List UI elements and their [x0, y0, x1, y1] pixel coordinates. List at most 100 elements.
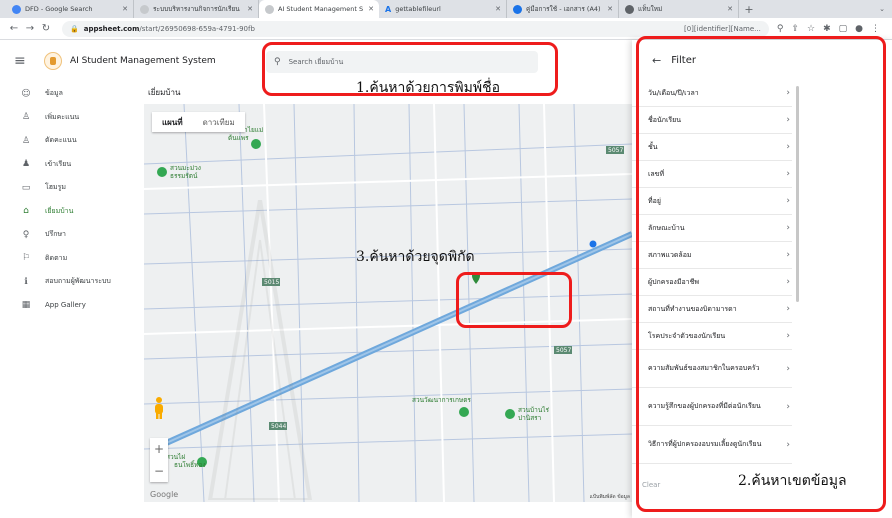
filter-item-label: ลักษณะบ้าน [648, 223, 685, 232]
sidebar-item-consult[interactable]: ♀ ปรึกษา [0, 223, 140, 247]
google-logo: Google [150, 490, 179, 499]
map-type-map-button[interactable]: แผนที่ [152, 112, 193, 132]
svg-text:5057: 5057 [608, 147, 623, 154]
close-tab-icon[interactable]: ✕ [607, 5, 613, 13]
search-icon: ⚲ [274, 57, 281, 67]
search-input[interactable]: Search เยี่ยมบ้าน [289, 57, 344, 68]
map-type-satellite-button[interactable]: ดาวเทียม [193, 112, 245, 132]
close-tab-icon[interactable]: ✕ [122, 5, 128, 13]
student-location-pin [472, 272, 480, 284]
sidebar-item-add-score[interactable]: ♙ เพิ่มคะแนน [0, 106, 140, 130]
filter-item[interactable]: ความสัมพันธ์ของสมาชิกในครอบครัว › [632, 350, 792, 388]
filter-item[interactable]: ชื่อนักเรียน › [632, 107, 792, 134]
sidepanel-icon[interactable]: ▢ [839, 24, 848, 34]
browser-tab-bar: DFD - Google Search ✕ ระบบบริหารงานกิจกา… [0, 0, 892, 18]
sidebar-item-deduct-score[interactable]: ♙ ตัดคะแนน [0, 129, 140, 153]
sidebar-item-homeroom[interactable]: ▭ โฮมรูม [0, 176, 140, 200]
browser-menu-icon[interactable]: ⋮ [871, 24, 880, 34]
extension-icons: ⚲ ⇪ ☆ ✱ ▢ ● ⋮ [777, 24, 886, 34]
close-tab-icon[interactable]: ✕ [495, 5, 501, 13]
filter-item-label: โรคประจำตัวของนักเรียน [648, 331, 726, 340]
sidebar-item-label: โฮมรูม [45, 183, 67, 192]
sidebar-item-label: ติดตาม [45, 253, 68, 262]
filter-item-label: เลขที่ [648, 169, 665, 178]
back-icon[interactable]: ← [6, 23, 22, 34]
google-favicon-icon [12, 4, 21, 14]
sidebar-item-label: เข้าเรียน [45, 159, 72, 168]
filter-item[interactable]: ที่อยู่ › [632, 188, 792, 215]
sidebar-item-app-gallery[interactable]: ▦ App Gallery [0, 294, 140, 318]
page-favicon-icon [265, 4, 274, 14]
new-tab-button[interactable]: + [739, 0, 759, 18]
chevron-right-icon: › [786, 88, 790, 98]
close-tab-icon[interactable]: ✕ [368, 5, 374, 13]
annotation-filter-note: 2.ค้นหาเขตข้อมูล [738, 473, 847, 489]
sidebar-item-follow-up[interactable]: ⚐ ติดตาม [0, 247, 140, 271]
filter-item[interactable]: วิธีการที่ผู้ปกครองอบรมเลี้ยงดูนักเรียน › [632, 426, 792, 464]
reload-icon[interactable]: ↻ [38, 23, 54, 34]
search-bar[interactable]: ⚲ Search เยี่ยมบ้าน [266, 51, 538, 73]
close-tab-icon[interactable]: ✕ [247, 5, 253, 13]
close-tab-icon[interactable]: ✕ [727, 5, 733, 13]
browser-tab[interactable]: แท็บใหม่ ✕ [619, 0, 739, 18]
back-arrow-icon[interactable]: ← [652, 54, 661, 67]
map-attribution[interactable]: แป้นพิมพ์ลัด ข้อมูล [590, 493, 630, 501]
svg-text:5057: 5057 [556, 347, 571, 354]
filter-item[interactable]: ชั้น › [632, 134, 792, 161]
sidebar-item-attendance[interactable]: ♟ เข้าเรียน [0, 153, 140, 177]
filter-item[interactable]: เลขที่ › [632, 161, 792, 188]
bookmark-star-icon[interactable]: ☆ [807, 24, 815, 34]
browser-tab-active[interactable]: AI Student Management S ✕ [259, 0, 379, 18]
extensions-puzzle-icon[interactable]: ✱ [823, 24, 831, 34]
tab-label: ระบบบริหารงานกิจการนักเรียน [153, 5, 240, 13]
tab-label: แท็บใหม่ [638, 5, 663, 13]
filter-item[interactable]: ลักษณะบ้าน › [632, 215, 792, 242]
annotation-search-note: 1.ค้นหาด้วยการพิมพ์ชื่อ [356, 80, 500, 96]
lock-icon: 🔒 [70, 24, 79, 33]
browser-tab[interactable]: A gettablefileurl ✕ [379, 0, 507, 18]
filter-scrollbar[interactable] [796, 86, 799, 302]
filter-item[interactable]: โรคประจำตัวของนักเรียน › [632, 323, 792, 350]
docs-favicon-icon [513, 4, 522, 14]
url-tail: [0][identifier][Name... [684, 24, 761, 33]
app-title: AI Student Management System [70, 56, 216, 66]
clear-button[interactable]: Clear [642, 481, 660, 489]
filter-item[interactable]: สถานที่ทำงานของบิดามารดา › [632, 296, 792, 323]
filter-item[interactable]: วัน/เดือน/ปี/เวลา › [632, 80, 792, 107]
sidebar-nav: ☺ ข้อมูล ♙ เพิ่มคะแนน ♙ ตัดคะแนน ♟ เข้าเ… [0, 82, 140, 518]
svg-text:สวนมะม่วง: สวนมะม่วง [170, 164, 201, 172]
profile-avatar-icon[interactable]: ● [855, 24, 863, 34]
tab-search-icon[interactable]: ⌄ [872, 0, 892, 18]
share-icon[interactable]: ⇪ [791, 24, 799, 34]
browser-tab[interactable]: คู่มือการใช้ - เอกสาร (A4) ✕ [507, 0, 619, 18]
filter-title: Filter [671, 54, 696, 66]
filter-item-label: วิธีการที่ผู้ปกครองอบรมเลี้ยงดูนักเรียน [648, 440, 762, 448]
browser-tab[interactable]: ระบบบริหารงานกิจการนักเรียน ✕ [134, 0, 259, 18]
zoom-out-icon[interactable]: − [154, 464, 164, 478]
street-view-pegman-icon[interactable] [152, 396, 166, 420]
browser-tab[interactable]: DFD - Google Search ✕ [6, 0, 134, 18]
chevron-right-icon: › [786, 223, 790, 233]
chevron-right-icon: › [786, 277, 790, 287]
filter-item[interactable]: ความรู้สึกของผู้ปกครองที่มีต่อนักเรียน › [632, 388, 792, 426]
forward-icon[interactable]: → [22, 23, 38, 34]
filter-item[interactable]: สภาพแวดล้อม › [632, 242, 792, 269]
chevron-right-icon: › [786, 304, 790, 314]
sidebar-item-label: ข้อมูล [45, 89, 63, 98]
sidebar-item-data[interactable]: ☺ ข้อมูล [0, 82, 140, 106]
url-field[interactable]: 🔒 appsheet.com /start/26950698-659a-4791… [62, 20, 769, 37]
zoom-in-icon[interactable]: + [154, 442, 164, 456]
chevron-right-icon: › [786, 196, 790, 206]
filter-item[interactable]: ผู้ปกครองมีอาชีพ › [632, 269, 792, 296]
svg-text:ธรรมรัตน์: ธรรมรัตน์ [170, 172, 198, 180]
info-icon: ℹ [24, 276, 28, 287]
tab-label: คู่มือการใช้ - เอกสาร (A4) [526, 5, 601, 13]
sidebar-item-contact-developer[interactable]: ℹ สอบถามผู้พัฒนาระบบ [0, 270, 140, 294]
sidebar-item-home-visit[interactable]: ⌂ เยี่ยมบ้าน [0, 200, 140, 224]
hamburger-menu-icon[interactable]: ≡ [14, 53, 38, 69]
group-icon: ♟ [21, 159, 31, 170]
filter-panel: ← Filter วัน/เดือน/ปี/เวลา › ชื่อนักเรียน ›… [632, 40, 892, 518]
chrome-favicon-icon [625, 4, 634, 14]
svg-text:ต้นแพร: ต้นแพร [228, 134, 249, 142]
location-icon[interactable]: ⚲ [777, 24, 784, 34]
